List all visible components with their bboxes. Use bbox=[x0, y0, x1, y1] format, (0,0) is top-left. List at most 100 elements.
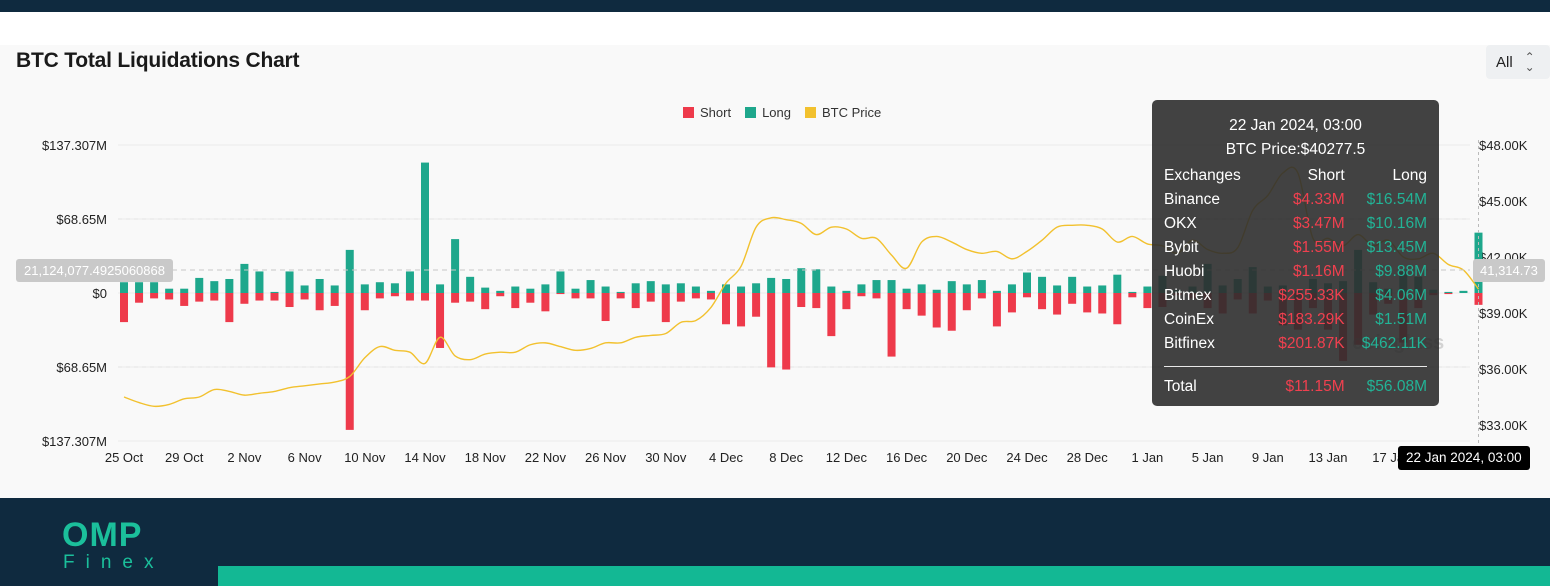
footer-banner bbox=[0, 498, 1550, 586]
x-tick-label: 30 Nov bbox=[645, 450, 687, 465]
short-bar bbox=[330, 293, 339, 306]
y-axis-right: $48.00K$45.00K$42.00K$39.00K$36.00K$33.0… bbox=[1479, 138, 1528, 433]
tooltip-exchange: Bitfinex bbox=[1164, 335, 1215, 352]
long-bar bbox=[421, 162, 429, 293]
tooltip-header-exchanges: Exchanges bbox=[1164, 167, 1241, 184]
long-bar bbox=[917, 284, 926, 293]
long-bar bbox=[842, 290, 851, 293]
long-bar bbox=[676, 283, 685, 293]
y-right-tick-label: $45.00K bbox=[1479, 194, 1528, 209]
long-bar bbox=[210, 281, 219, 293]
tooltip-exchange: Bybit bbox=[1164, 239, 1199, 256]
short-bar bbox=[631, 293, 640, 309]
short-bar bbox=[466, 293, 475, 302]
x-tick-label: 25 Oct bbox=[105, 450, 144, 465]
tooltip-date: 22 Jan 2024, 03:00 bbox=[1229, 117, 1362, 134]
long-bar bbox=[932, 289, 941, 293]
long-bar bbox=[691, 286, 700, 293]
short-bar bbox=[195, 293, 204, 302]
long-bar bbox=[1459, 290, 1468, 293]
short-bar bbox=[691, 293, 700, 299]
short-bar bbox=[285, 293, 294, 308]
x-tick-label: 24 Dec bbox=[1006, 450, 1048, 465]
long-bar bbox=[752, 283, 761, 293]
tooltip-exchange: Binance bbox=[1164, 191, 1221, 208]
tooltip-long: $9.88M bbox=[1375, 263, 1427, 280]
long-bar bbox=[857, 284, 866, 293]
short-bar bbox=[240, 293, 249, 304]
long-bar bbox=[451, 239, 460, 293]
short-bar bbox=[932, 293, 941, 328]
tooltip-exchange: Huobi bbox=[1164, 263, 1205, 280]
y-left-tick-label: $68.65M bbox=[56, 360, 107, 375]
tooltip-total-row: Total $11.15M $56.08M bbox=[1164, 375, 1427, 399]
short-bar bbox=[481, 293, 490, 310]
long-bar bbox=[977, 280, 986, 293]
brand-logo: OMP Finex bbox=[62, 518, 164, 574]
long-bar bbox=[300, 285, 309, 293]
brand-logo-bottom: Finex bbox=[63, 552, 165, 573]
tooltip-long: $4.06M bbox=[1375, 287, 1427, 304]
short-bar bbox=[977, 293, 986, 299]
crosshair-right-value: 41,314.73 bbox=[1473, 259, 1545, 282]
y-axis-left: $137.307M $68.65M $0 $68.65M $137.307M bbox=[42, 138, 107, 449]
short-bar bbox=[541, 293, 550, 312]
long-bar bbox=[1038, 276, 1047, 293]
short-bar bbox=[375, 293, 384, 299]
x-tick-label: 28 Dec bbox=[1067, 450, 1109, 465]
short-bar bbox=[661, 293, 670, 323]
tooltip-row: Bitmex $255.33K $4.06M bbox=[1164, 284, 1427, 308]
tooltip-short: $1.16M bbox=[1292, 263, 1345, 280]
footer-accent-bar bbox=[218, 566, 1550, 586]
long-bar bbox=[601, 286, 610, 293]
x-tick-label: 22 Nov bbox=[525, 450, 567, 465]
tooltip-table: Exchanges Short Long Binance $4.33M $16.54… bbox=[1164, 164, 1427, 399]
tooltip-row: OKX $3.47M $10.16M bbox=[1164, 212, 1427, 236]
long-bar bbox=[511, 286, 520, 293]
x-tick-label: 13 Jan bbox=[1308, 450, 1347, 465]
y-left-tick-label: $0 bbox=[93, 286, 107, 301]
short-bar bbox=[827, 293, 836, 337]
short-bar bbox=[165, 293, 174, 300]
short-bar bbox=[1113, 293, 1122, 325]
x-tick-label: 9 Jan bbox=[1252, 450, 1284, 465]
crosshair-x-label: 22 Jan 2024, 03:00 bbox=[1398, 446, 1530, 470]
short-bar bbox=[315, 293, 324, 311]
short-bar bbox=[962, 293, 971, 311]
short-bar bbox=[255, 293, 264, 301]
tooltip-total-short: $11.15M bbox=[1285, 378, 1345, 395]
tooltip-short: $1.55M bbox=[1292, 239, 1345, 256]
short-bar bbox=[150, 293, 159, 299]
tooltip-exchange: OKX bbox=[1164, 215, 1197, 232]
short-bar bbox=[496, 293, 505, 297]
long-bar bbox=[1083, 286, 1092, 293]
short-bar bbox=[782, 293, 791, 370]
short-bar bbox=[752, 293, 761, 317]
x-tick-label: 6 Nov bbox=[288, 450, 322, 465]
long-bar bbox=[1113, 274, 1122, 293]
short-bar bbox=[917, 293, 926, 316]
long-bar bbox=[541, 284, 550, 293]
y-right-tick-label: $33.00K bbox=[1479, 418, 1528, 433]
x-axis: 25 Oct 29 Oct 2 Nov 6 Nov 10 Nov 14 Nov 18 Nov… bbox=[105, 450, 1405, 465]
crosshair-left-value: 21,124,077.4925060868 bbox=[16, 259, 173, 282]
tooltip-long: $13.45M bbox=[1366, 239, 1427, 256]
tooltip-short: $255.33K bbox=[1278, 287, 1345, 304]
brand-logo-top: OMP bbox=[62, 516, 143, 554]
tooltip-price: BTC Price:$40277.5 bbox=[1225, 141, 1366, 158]
long-bar bbox=[405, 271, 414, 293]
long-bar bbox=[571, 288, 580, 293]
long-bar bbox=[962, 284, 971, 293]
short-bar bbox=[857, 293, 866, 297]
x-tick-label: 18 Nov bbox=[465, 450, 507, 465]
x-tick-label: 14 Nov bbox=[404, 450, 446, 465]
short-bar bbox=[737, 293, 746, 327]
short-bar bbox=[902, 293, 911, 310]
short-bar bbox=[601, 293, 610, 322]
long-bar bbox=[767, 277, 776, 293]
x-tick-label: 12 Dec bbox=[826, 450, 868, 465]
short-bar bbox=[345, 293, 354, 430]
tooltip-long: $10.16M bbox=[1366, 215, 1427, 232]
long-bar bbox=[1023, 272, 1031, 293]
short-bar bbox=[511, 293, 520, 309]
